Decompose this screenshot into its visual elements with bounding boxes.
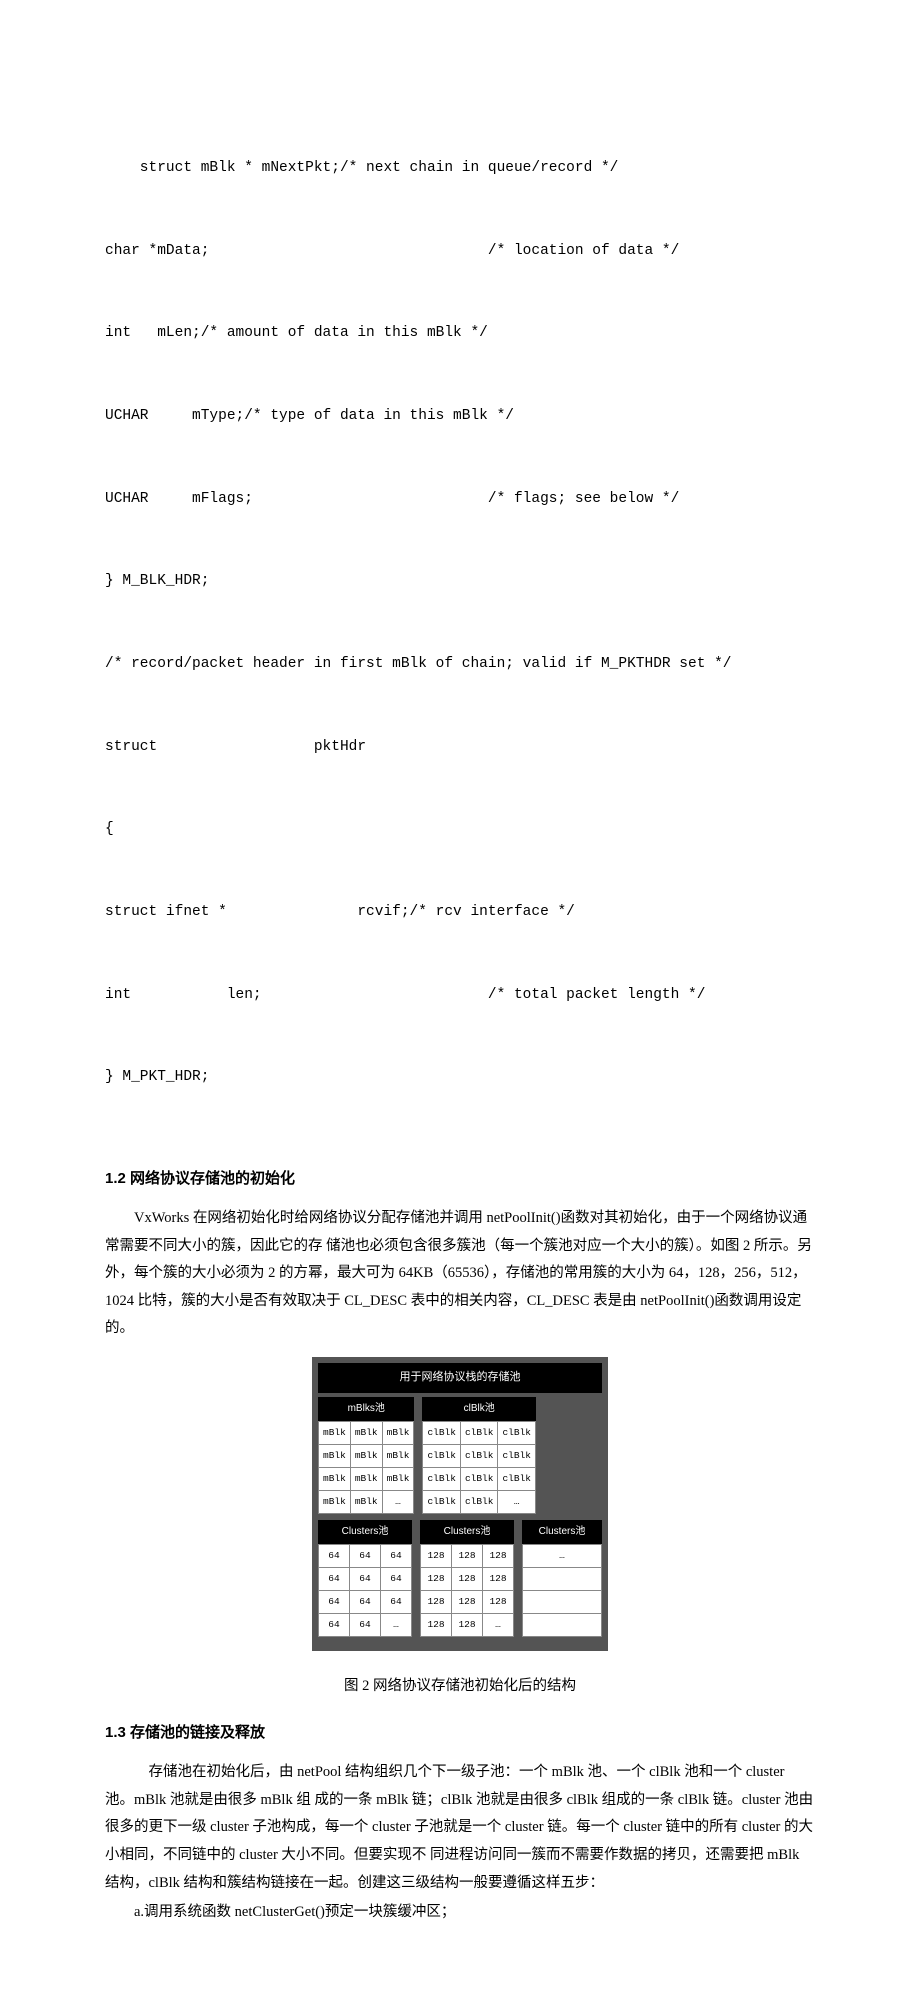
pool-clusters-more: Clusters池…	[522, 1520, 602, 1637]
pool-cell: 128	[452, 1614, 483, 1637]
pool-cell: mBlk	[382, 1444, 414, 1467]
pool-header: Clusters池	[318, 1520, 412, 1544]
pool-cell: mBlk	[350, 1444, 382, 1467]
pool-cell: mBlk	[319, 1468, 351, 1491]
pool-cell: clBlk	[423, 1444, 461, 1467]
pool-cell: clBlk	[423, 1491, 461, 1514]
pool-cell: …	[523, 1545, 602, 1568]
pool-cell: clBlk	[423, 1468, 461, 1491]
pool-cell: 64	[381, 1568, 412, 1591]
figure-row-bottom: Clusters池6464646464646464646464… Cluster…	[318, 1520, 602, 1637]
pool-cell: 128	[421, 1614, 452, 1637]
heading-1-2: 1.2 网络协议存储池的初始化	[105, 1165, 815, 1194]
code-line: struct ifnet * rcvif;/* rcv interface */	[105, 899, 815, 927]
pool-cell: 64	[350, 1591, 381, 1614]
code-line: char *mData; /* location of data */	[105, 238, 815, 266]
pool-cell: 64	[350, 1614, 381, 1637]
pool-grid: clBlkclBlkclBlkclBlkclBlkclBlkclBlkclBlk…	[422, 1421, 536, 1514]
figure-caption: 图 2 网络协议存储池初始化后的结构	[105, 1673, 815, 1701]
paragraph-1-3-main: 存储池在初始化后，由 netPool 结构组织几个下一级子池：一个 mBlk 池…	[105, 1759, 815, 1897]
code-line: int mLen;/* amount of data in this mBlk …	[105, 320, 815, 348]
pool-cell: mBlk	[319, 1491, 351, 1514]
pool-cell: 128	[483, 1568, 514, 1591]
pool-clusters-128: Clusters池1281281281281281281281281281281…	[420, 1520, 514, 1637]
pool-cell: clBlk	[460, 1421, 498, 1444]
pool-cell: 64	[319, 1568, 350, 1591]
pool-cell: 128	[483, 1545, 514, 1568]
pool-header: mBlks池	[318, 1397, 414, 1421]
document-page: struct mBlk * mNextPkt;/* next chain in …	[0, 0, 920, 1989]
pool-cell: 128	[452, 1591, 483, 1614]
code-line: /* record/packet header in first mBlk of…	[105, 651, 815, 679]
pool-cell: 128	[421, 1568, 452, 1591]
pool-cell: mBlk	[350, 1468, 382, 1491]
pool-cell: 64	[319, 1614, 350, 1637]
pool-cell: mBlk	[350, 1491, 382, 1514]
pool-cell: 128	[483, 1591, 514, 1614]
pool-cell: clBlk	[498, 1444, 536, 1467]
paragraph-1-3-a: a.调用系统函数 netClusterGet()预定一块簇缓冲区；	[105, 1899, 815, 1927]
pool-header: Clusters池	[420, 1520, 514, 1544]
pool-grid: 6464646464646464646464…	[318, 1544, 412, 1637]
pool-cell: mBlk	[350, 1421, 382, 1444]
pool-cell: 128	[421, 1591, 452, 1614]
pool-cell: …	[382, 1491, 414, 1514]
code-line: struct pktHdr	[105, 734, 815, 762]
pool-cell: 128	[452, 1545, 483, 1568]
pool-cell-blank	[523, 1591, 602, 1614]
pool-cell: clBlk	[460, 1444, 498, 1467]
pool-header: clBlk池	[422, 1397, 536, 1421]
code-line: int len; /* total packet length */	[105, 982, 815, 1010]
pool-cell: 128	[421, 1545, 452, 1568]
pool-cell: clBlk	[460, 1468, 498, 1491]
code-line: UCHAR mFlags; /* flags; see below */	[105, 486, 815, 514]
pool-cell: 64	[319, 1591, 350, 1614]
pool-cell: 128	[452, 1568, 483, 1591]
pool-cell: mBlk	[382, 1468, 414, 1491]
pool-cell: …	[381, 1614, 412, 1637]
pool-mblks: mBlks池mBlkmBlkmBlkmBlkmBlkmBlkmBlkmBlkmB…	[318, 1397, 414, 1514]
code-line: struct mBlk * mNextPkt;/* next chain in …	[105, 155, 815, 183]
pool-clusters-64: Clusters池6464646464646464646464…	[318, 1520, 412, 1637]
figure-box: 用于网络协议栈的存储池 mBlks池mBlkmBlkmBlkmBlkmBlkmB…	[312, 1357, 608, 1651]
pool-cell: 64	[350, 1568, 381, 1591]
pool-grid: 128128128128128128128128128128128…	[420, 1544, 514, 1637]
pool-cell: 64	[381, 1591, 412, 1614]
code-line: UCHAR mType;/* type of data in this mBlk…	[105, 403, 815, 431]
pool-cell: clBlk	[498, 1421, 536, 1444]
figure-2: 用于网络协议栈的存储池 mBlks池mBlkmBlkmBlkmBlkmBlkmB…	[105, 1357, 815, 1651]
paragraph-1-2: VxWorks 在网络初始化时给网络协议分配存储池并调用 netPoolInit…	[105, 1205, 815, 1343]
pool-cell: clBlk	[498, 1468, 536, 1491]
pool-cell: …	[498, 1491, 536, 1514]
pool-cell: mBlk	[319, 1421, 351, 1444]
pool-cell: clBlk	[423, 1421, 461, 1444]
pool-cell-blank	[523, 1568, 602, 1591]
heading-1-3: 1.3 存储池的链接及释放	[105, 1719, 815, 1748]
figure-title: 用于网络协议栈的存储池	[318, 1363, 602, 1393]
pool-cell: 64	[381, 1545, 412, 1568]
pool-header: Clusters池	[522, 1520, 602, 1544]
code-line: } M_BLK_HDR;	[105, 568, 815, 596]
figure-row-top: mBlks池mBlkmBlkmBlkmBlkmBlkmBlkmBlkmBlkmB…	[318, 1397, 602, 1514]
pool-grid: mBlkmBlkmBlkmBlkmBlkmBlkmBlkmBlkmBlkmBlk…	[318, 1421, 414, 1514]
pool-cell: mBlk	[382, 1421, 414, 1444]
pool-cell: …	[483, 1614, 514, 1637]
pool-cell: 64	[350, 1545, 381, 1568]
pool-cell: clBlk	[460, 1491, 498, 1514]
code-line: {	[105, 816, 815, 844]
pool-cell: mBlk	[319, 1444, 351, 1467]
pool-cell-blank	[523, 1614, 602, 1637]
code-block: struct mBlk * mNextPkt;/* next chain in …	[105, 100, 815, 1147]
code-line: } M_PKT_HDR;	[105, 1064, 815, 1092]
pool-clblk: clBlk池clBlkclBlkclBlkclBlkclBlkclBlkclBl…	[422, 1397, 536, 1514]
pool-cell: 64	[319, 1545, 350, 1568]
pool-grid: …	[522, 1544, 602, 1637]
